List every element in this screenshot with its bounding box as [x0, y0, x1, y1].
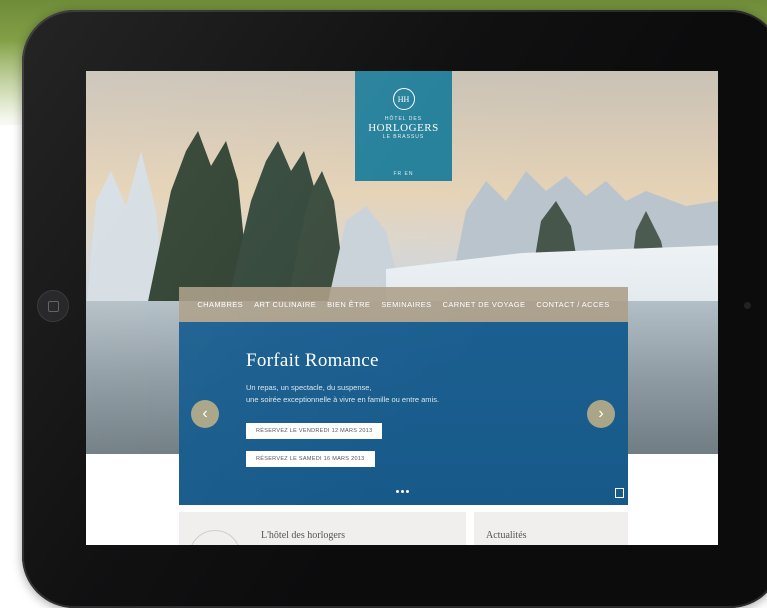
main-nav: CHAMBRES ART CULINAIRE BIEN ÊTRE SEMINAI… [179, 287, 628, 322]
chevron-left-icon[interactable]: ‹ [191, 400, 219, 428]
slide-description: Un repas, un spectacle, du suspense, une… [246, 382, 439, 406]
chevron-right-icon[interactable]: › [587, 400, 615, 428]
news-card-title: Actualités [486, 530, 527, 541]
reserve-saturday-button[interactable]: RÉSERVEZ LE SAMEDI 16 MARS 2013 [246, 451, 375, 467]
logo-monogram-icon: HH [392, 88, 415, 110]
nav-item-art-culinaire[interactable]: ART CULINAIRE [254, 300, 316, 309]
hotel-card[interactable]: L'hôtel des horlogers [179, 512, 466, 545]
nav-item-contact[interactable]: CONTACT / ACCES [536, 300, 609, 309]
slide-dots[interactable] [396, 490, 409, 493]
news-card[interactable]: Actualités [474, 512, 628, 545]
hotel-logo[interactable]: HH HÔTEL DES HORLOGERS LE BRASSUS FR EN [355, 71, 452, 181]
card-circle-image [189, 530, 241, 545]
page-icon[interactable] [615, 488, 624, 498]
logo-line-2: HORLOGERS [368, 122, 439, 134]
nav-item-seminaires[interactable]: SEMINAIRES [381, 300, 431, 309]
reserve-friday-button[interactable]: RÉSERVEZ LE VENDREDI 12 MARS 2013 [246, 423, 383, 439]
nav-item-bien-etre[interactable]: BIEN ÊTRE [327, 300, 370, 309]
promo-slider: Forfait Romance Un repas, un spectacle, … [179, 322, 628, 505]
language-switcher[interactable]: FR EN [394, 171, 414, 177]
camera-icon [744, 302, 751, 309]
home-button-icon [37, 290, 69, 322]
logo-line-3: LE BRASSUS [382, 134, 425, 140]
slide-text-line-1: Un repas, un spectacle, du suspense, [246, 383, 372, 392]
nav-item-chambres[interactable]: CHAMBRES [197, 300, 243, 309]
hotel-card-title: L'hôtel des horlogers [261, 530, 346, 541]
nav-item-carnet-de-voyage[interactable]: CARNET DE VOYAGE [443, 300, 526, 309]
slide-title: Forfait Romance [246, 350, 379, 371]
slide-text-line-2: une soirée exceptionnelle à vivre en fam… [246, 395, 440, 404]
tablet-screen: HH HÔTEL DES HORLOGERS LE BRASSUS FR EN … [86, 71, 718, 545]
